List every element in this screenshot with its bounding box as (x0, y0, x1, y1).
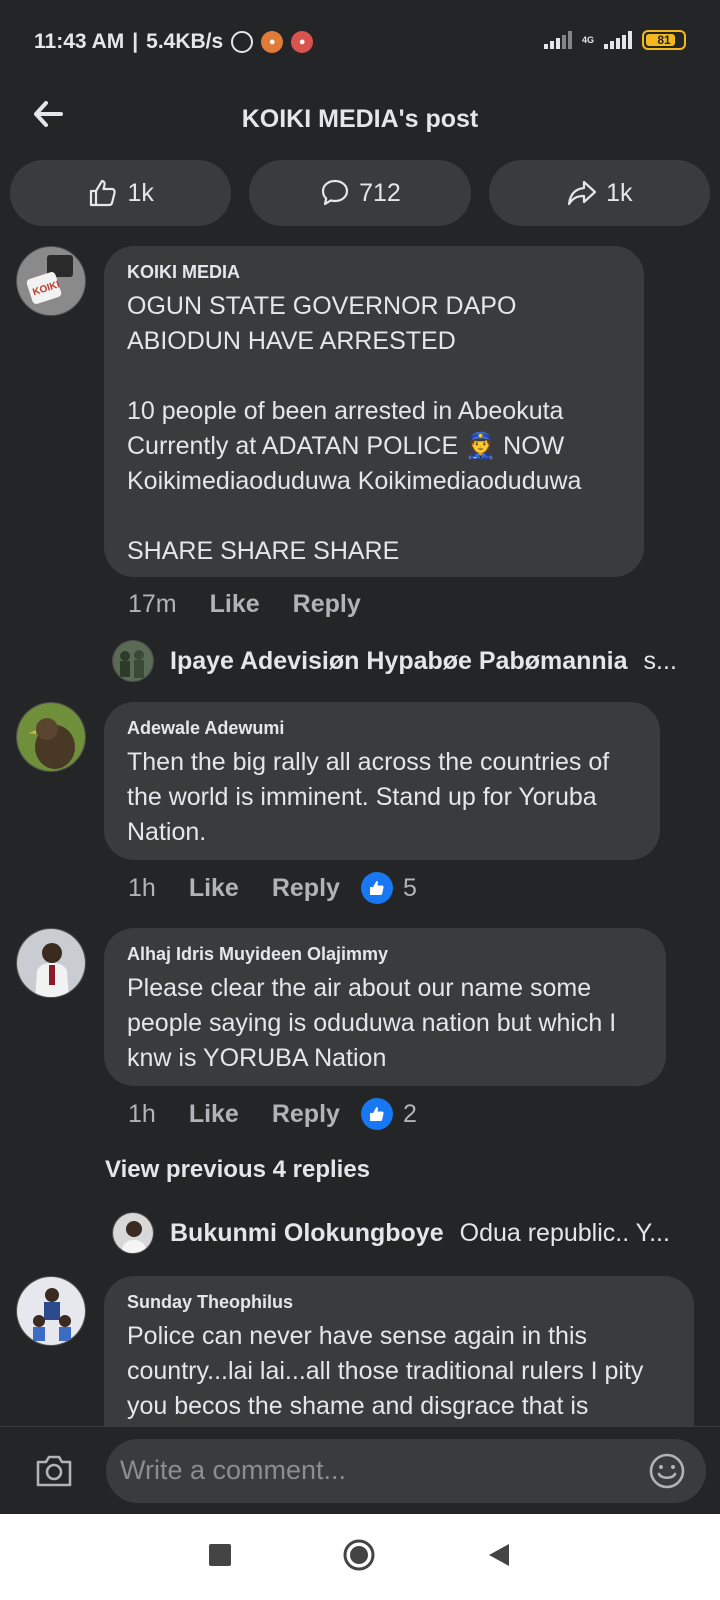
status-divider: | (132, 30, 139, 53)
like-action[interactable]: Like (189, 1100, 239, 1129)
comment-text: Police can never have sense again in thi… (127, 1322, 644, 1420)
comment-time: 1h (128, 1099, 156, 1128)
like-count-button[interactable]: 1k (10, 160, 232, 226)
comment-count-button[interactable]: 712 (249, 160, 471, 226)
reply-author: Ipaye Adevisiøn Hypabøe Pabømannia (170, 646, 628, 675)
square-icon (209, 1543, 231, 1566)
profile-photo (17, 929, 85, 997)
app-notification-icon: ● (291, 31, 314, 53)
reply-author: Bukunmi Olokungboye (170, 1218, 444, 1247)
eagle-photo (17, 703, 85, 771)
signal-strength-icon (543, 31, 572, 49)
comment-author[interactable]: KOIKI MEDIA (127, 262, 622, 283)
reply-snippet: Odua republic.. Y... (459, 1218, 670, 1247)
thumbs-up-icon (90, 179, 117, 207)
avatar[interactable] (16, 702, 86, 772)
share-count-button[interactable]: 1k (488, 160, 710, 226)
family-photo (17, 1277, 85, 1345)
status-bar: 11:43 AM | 5.4KB/s ● ● 4G 81 (0, 0, 720, 86)
signal-strength-4g-icon (604, 31, 632, 49)
comment-author[interactable]: Alhaj Idris Muyideen Olajimmy (127, 944, 644, 965)
like-action[interactable]: Like (189, 874, 239, 903)
mobile-data-indicator: 4G (581, 34, 594, 45)
post-stats: 1k 712 1k (10, 160, 710, 226)
status-net-speed: 5.4KB/s (146, 30, 224, 53)
comment-bubble[interactable]: Alhaj Idris Muyideen Olajimmy Please cle… (104, 928, 666, 1086)
comment-placeholder: Write a comment... (120, 1455, 347, 1485)
reaction-count: 2 (402, 1099, 417, 1128)
comment-time: 17m (128, 590, 177, 618)
comment-text: OGUN STATE GOVERNOR DAPO ABIODUN HAVE AR… (127, 292, 582, 565)
camera-button[interactable] (34, 1451, 74, 1491)
system-navbar (0, 1514, 720, 1600)
recents-button[interactable] (208, 1543, 232, 1572)
comment-text: Then the big rally all across the countr… (127, 748, 610, 846)
like-reaction-icon (360, 872, 393, 904)
comment-actions: 17m Like Reply (128, 590, 361, 619)
comment-text: Please clear the air about our name some… (127, 974, 617, 1072)
like-action[interactable]: Like (210, 590, 260, 619)
comment-actions: 1h Like Reply 5 (128, 872, 417, 904)
reply-action[interactable]: Reply (272, 874, 340, 903)
comment-bubble[interactable]: KOIKI MEDIA OGUN STATE GOVERNOR DAPO ABI… (104, 246, 644, 577)
circle-icon (343, 1539, 375, 1570)
reaction-summary[interactable]: 5 (360, 872, 417, 904)
comment-input[interactable]: Write a comment... (106, 1438, 706, 1503)
reply-preview[interactable]: Bukunmi Olokungboye Odua republic.. Y... (112, 1212, 670, 1254)
comments-feed[interactable]: KOIKI KOIKI MEDIA OGUN STATE GOVERNOR DA… (0, 246, 720, 1426)
triangle-back-icon (489, 1543, 509, 1566)
back-arrow-icon (34, 101, 63, 127)
status-time: 11:43 AM (34, 30, 125, 53)
screen-record-icon: ● (261, 31, 284, 53)
share-count: 1k (606, 178, 633, 207)
reply-action[interactable]: Reply (272, 1100, 340, 1129)
comment-time: 1h (128, 873, 156, 902)
emoji-icon[interactable] (648, 1452, 686, 1490)
back-nav-button[interactable] (486, 1542, 512, 1573)
reaction-count: 5 (402, 873, 417, 902)
comment-composer: Write a comment... (0, 1426, 720, 1514)
like-reaction-icon (360, 1098, 393, 1130)
comment-count: 712 (359, 178, 401, 207)
avatar[interactable] (16, 928, 86, 998)
alarm-icon (231, 31, 254, 53)
battery-icon: 81 (642, 30, 686, 50)
share-arrow-icon (568, 180, 597, 206)
koiki-media-logo: KOIKI (17, 247, 85, 315)
reply-preview[interactable]: Ipaye Adevisiøn Hypabøe Pabømannia s... (112, 640, 677, 682)
home-button[interactable] (342, 1538, 376, 1577)
comment-bubble[interactable]: Adewale Adewumi Then the big rally all a… (104, 702, 660, 860)
group-photo (113, 641, 153, 681)
comment-author[interactable]: Adewale Adewumi (127, 718, 638, 739)
comment-actions: 1h Like Reply 2 (128, 1098, 417, 1130)
reply-snippet: s... (643, 646, 677, 675)
reply-action[interactable]: Reply (293, 590, 361, 619)
post-header: KOIKI MEDIA's post (0, 86, 720, 152)
avatar[interactable]: KOIKI (16, 246, 86, 316)
avatar[interactable] (16, 1276, 86, 1346)
camera-icon (36, 1455, 72, 1486)
comment-bubble-icon (322, 179, 349, 206)
view-previous-replies[interactable]: View previous 4 replies (105, 1156, 370, 1184)
reaction-summary[interactable]: 2 (360, 1098, 417, 1130)
like-count: 1k (127, 178, 154, 207)
battery-level: 81 (657, 33, 671, 47)
back-button[interactable] (28, 94, 68, 134)
network-type: 4G (581, 34, 594, 45)
status-right: 4G 81 (543, 30, 686, 50)
comment-bubble[interactable]: Sunday Theophilus Police can never have … (104, 1276, 694, 1426)
reply-avatar (112, 640, 154, 682)
page-title: KOIKI MEDIA's post (241, 104, 479, 133)
profile-photo (113, 1213, 153, 1253)
reply-avatar (112, 1212, 154, 1254)
comment-author[interactable]: Sunday Theophilus (127, 1292, 672, 1313)
status-left: 11:43 AM | 5.4KB/s ● ● (34, 30, 314, 54)
